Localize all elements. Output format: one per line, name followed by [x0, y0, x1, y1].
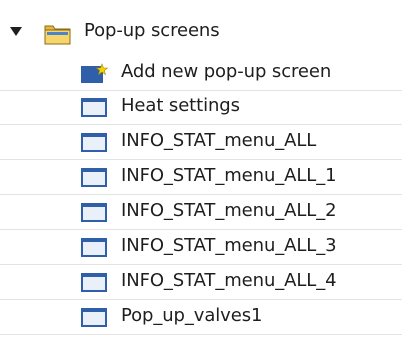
tree-item-info-stat-menu-all-2[interactable]: INFO_STAT_menu_ALL_2 — [0, 194, 402, 230]
expand-arrow-icon[interactable] — [10, 27, 22, 36]
tree-item-heat-settings[interactable]: Heat settings — [0, 89, 402, 125]
project-tree: Pop-up screens Add new pop-up screen Hea… — [0, 0, 419, 347]
tree-folder-label: Pop-up screens — [84, 20, 220, 41]
tree-item-add-new-popup-screen[interactable]: Add new pop-up screen — [0, 55, 402, 91]
tree-item-label: INFO_STAT_menu_ALL_1 — [121, 165, 337, 186]
add-screen-icon — [81, 63, 108, 83]
tree-item-label: INFO_STAT_menu_ALL_2 — [121, 200, 337, 221]
screen-icon — [81, 168, 107, 187]
tree-folder-popup-screens[interactable]: Pop-up screens — [0, 14, 402, 50]
screen-icon — [81, 203, 107, 222]
screen-icon — [81, 98, 107, 117]
tree-item-info-stat-menu-all-3[interactable]: INFO_STAT_menu_ALL_3 — [0, 229, 402, 265]
tree-item-label: Add new pop-up screen — [121, 61, 332, 82]
tree-item-info-stat-menu-all-4[interactable]: INFO_STAT_menu_ALL_4 — [0, 264, 402, 300]
tree-item-info-stat-menu-all[interactable]: INFO_STAT_menu_ALL — [0, 124, 402, 160]
screen-icon — [81, 238, 107, 257]
tree-item-label: INFO_STAT_menu_ALL_4 — [121, 270, 337, 291]
screen-icon — [81, 308, 107, 327]
screen-icon — [81, 273, 107, 292]
tree-item-info-stat-menu-all-1[interactable]: INFO_STAT_menu_ALL_1 — [0, 159, 402, 195]
tree-item-label: Pop_up_valves1 — [121, 305, 263, 326]
screen-icon — [81, 133, 107, 152]
folder-icon — [44, 25, 71, 45]
tree-item-label: INFO_STAT_menu_ALL_3 — [121, 235, 337, 256]
tree-item-label: Heat settings — [121, 95, 240, 116]
tree-item-label: INFO_STAT_menu_ALL — [121, 130, 317, 151]
tree-item-pop-up-valves1[interactable]: Pop_up_valves1 — [0, 299, 402, 335]
